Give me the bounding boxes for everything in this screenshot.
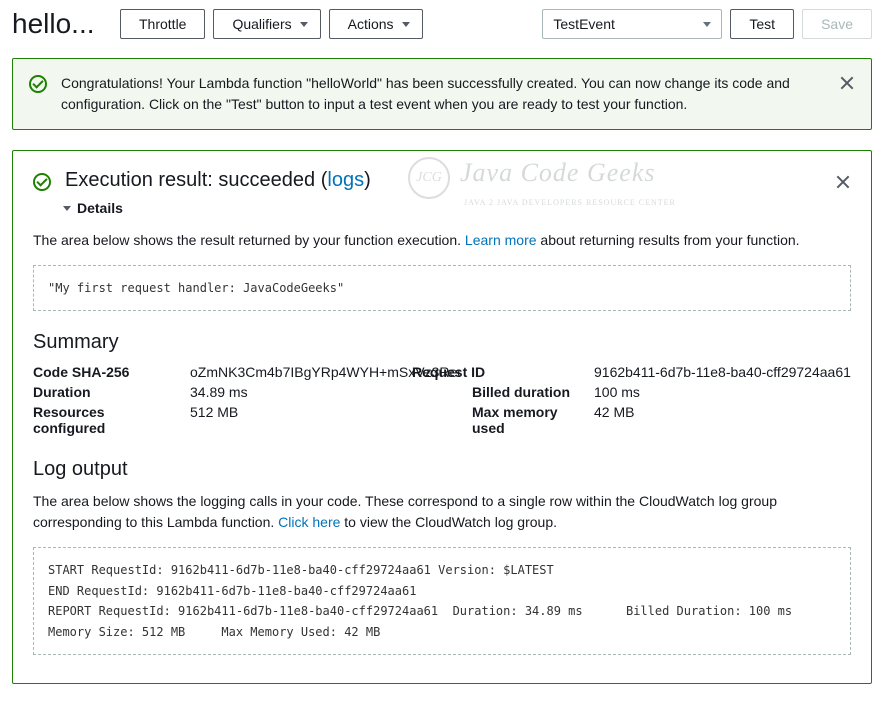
log-intro: The area below shows the logging calls i… xyxy=(33,491,851,533)
maxmem-value: 42 MB xyxy=(594,404,851,436)
page-header: hello... Throttle Qualifiers Actions Tes… xyxy=(12,8,872,40)
resources-label: Resources configured xyxy=(33,404,178,436)
execution-result-panel: JCGJava Code Geeks JAVA 2 JAVA DEVELOPER… xyxy=(12,150,872,684)
billed-value: 100 ms xyxy=(594,384,851,400)
qualifiers-button[interactable]: Qualifiers xyxy=(213,9,320,39)
result-intro-text-a: The area below shows the result returned… xyxy=(33,232,465,248)
check-circle-icon xyxy=(33,173,51,191)
log-output: START RequestId: 9162b411-6d7b-11e8-ba40… xyxy=(33,547,851,655)
save-label: Save xyxy=(821,16,853,32)
test-event-value: TestEvent xyxy=(553,16,614,32)
sha-label: Code SHA-256 xyxy=(33,364,178,380)
requestid-label: Request ID xyxy=(412,364,582,380)
details-toggle[interactable]: Details xyxy=(63,200,851,216)
caret-down-icon xyxy=(402,22,410,27)
summary-heading: Summary xyxy=(33,331,851,354)
throttle-label: Throttle xyxy=(139,16,186,32)
test-event-select[interactable]: TestEvent xyxy=(542,9,722,39)
caret-down-icon xyxy=(63,206,71,211)
resources-value: 512 MB xyxy=(190,404,460,436)
duration-label: Duration xyxy=(33,384,178,400)
requestid-value: 9162b411-6d7b-11e8-ba40-cff29724aa61 xyxy=(594,364,851,380)
close-icon[interactable] xyxy=(835,174,851,190)
click-here-link[interactable]: Click here xyxy=(278,514,340,530)
log-heading: Log output xyxy=(33,458,851,481)
test-button[interactable]: Test xyxy=(730,9,794,39)
actions-label: Actions xyxy=(348,16,394,32)
actions-button[interactable]: Actions xyxy=(329,9,423,39)
result-intro-text-b: about returning results from your functi… xyxy=(537,232,800,248)
save-button: Save xyxy=(802,9,872,39)
panel-header: Execution result: succeeded (logs) xyxy=(33,169,851,192)
test-label: Test xyxy=(749,16,775,32)
qualifiers-label: Qualifiers xyxy=(232,16,291,32)
billed-label: Billed duration xyxy=(472,384,582,400)
exec-title-suffix: ) xyxy=(364,169,371,191)
success-alert: Congratulations! Your Lambda function "h… xyxy=(12,58,872,130)
result-intro: The area below shows the result returned… xyxy=(33,230,851,251)
log-intro-text-b: to view the CloudWatch log group. xyxy=(340,514,557,530)
check-circle-icon xyxy=(29,75,47,93)
throttle-button[interactable]: Throttle xyxy=(120,9,205,39)
caret-down-icon xyxy=(703,22,711,27)
execution-title: Execution result: succeeded (logs) xyxy=(65,169,821,192)
duration-value: 34.89 ms xyxy=(190,384,460,400)
maxmem-label: Max memory used xyxy=(472,404,582,436)
page-title: hello... xyxy=(12,8,112,40)
logs-link[interactable]: logs xyxy=(327,169,364,191)
learn-more-link[interactable]: Learn more xyxy=(465,232,537,248)
summary-grid: Code SHA-256 oZmNK3Cm4b7IBgYRp4WYH+mSxVz… xyxy=(33,364,851,436)
details-label: Details xyxy=(77,200,123,216)
details-body: The area below shows the result returned… xyxy=(33,230,851,655)
alert-message: Congratulations! Your Lambda function "h… xyxy=(61,73,825,115)
result-output: "My first request handler: JavaCodeGeeks… xyxy=(33,265,851,311)
close-icon[interactable] xyxy=(839,75,855,91)
caret-down-icon xyxy=(300,22,308,27)
exec-title-prefix: Execution result: succeeded ( xyxy=(65,169,327,191)
